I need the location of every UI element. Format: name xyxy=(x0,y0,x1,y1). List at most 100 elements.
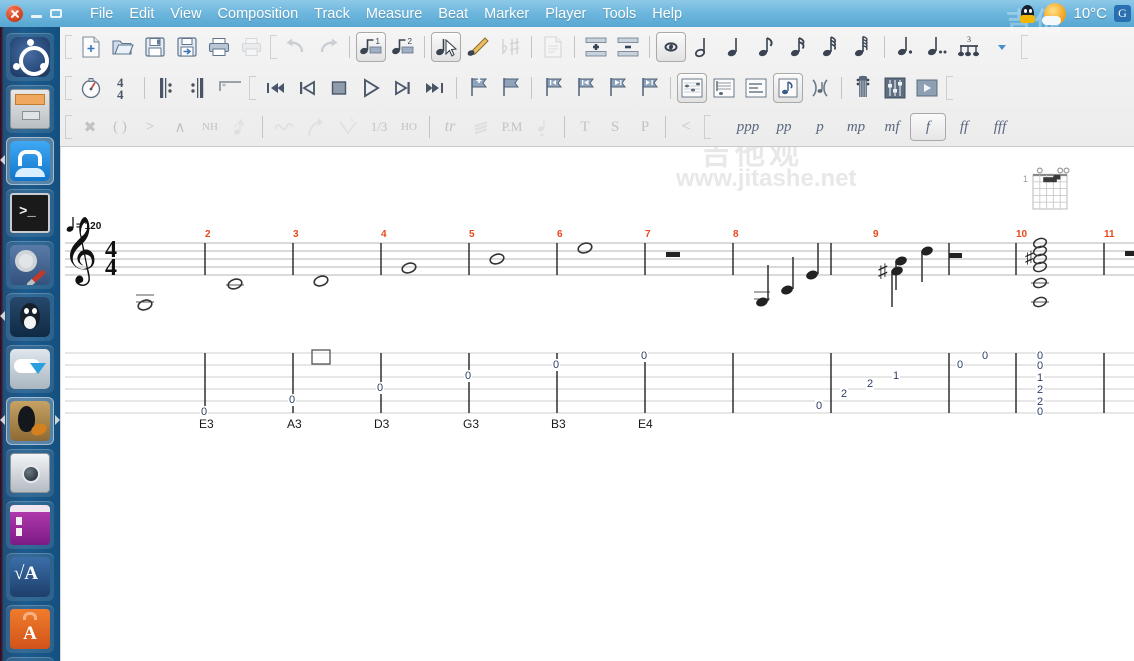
repeat-alternative-button[interactable]: * xyxy=(215,73,245,103)
play-button[interactable] xyxy=(356,73,386,103)
tab-fret-number[interactable]: 0 xyxy=(376,382,385,394)
tablature-view-button[interactable] xyxy=(773,73,803,103)
dynamic-p-button[interactable]: p xyxy=(802,119,838,136)
player-settings-button[interactable] xyxy=(912,73,942,103)
go-to-last-button[interactable] xyxy=(420,73,450,103)
horizontal-view-button[interactable] xyxy=(741,73,771,103)
tab-fret-number[interactable]: 0 xyxy=(640,350,649,362)
effect-tremolo-bar-button[interactable]: x xyxy=(333,112,363,142)
effect-tremolo-picking-button[interactable] xyxy=(466,112,496,142)
next-marker-button[interactable] xyxy=(602,73,632,103)
new-file-button[interactable] xyxy=(76,32,106,62)
tray-app-badge[interactable]: G xyxy=(1114,5,1131,22)
previous-marker-button[interactable] xyxy=(570,73,600,103)
time-signature-button[interactable]: 4 4 xyxy=(108,73,138,103)
toolbar-grip[interactable] xyxy=(270,35,277,59)
menu-tools[interactable]: Tools xyxy=(594,3,644,25)
undo-button[interactable] xyxy=(281,32,311,62)
effect-ghost-note-button[interactable]: ( ) xyxy=(105,119,135,136)
toolbar-grip[interactable] xyxy=(65,76,72,100)
dynamic-f-button[interactable]: f xyxy=(910,113,946,141)
add-marker-button[interactable] xyxy=(463,73,493,103)
duration-sixtyfourth-button[interactable] xyxy=(848,32,878,62)
menu-composition[interactable]: Composition xyxy=(210,3,307,25)
open-file-button[interactable] xyxy=(108,32,138,62)
sidebar-item-terminal[interactable] xyxy=(6,189,54,237)
toolbar-grip[interactable] xyxy=(249,76,256,100)
tuplet-dropdown-button[interactable] xyxy=(987,32,1017,62)
tab-fret-number[interactable]: 0 xyxy=(956,359,965,371)
menu-edit[interactable]: Edit xyxy=(121,3,162,25)
tab-fret-number[interactable]: 0 xyxy=(815,400,824,412)
duration-quarter-button[interactable] xyxy=(720,32,750,62)
toolbar-grip[interactable] xyxy=(704,115,711,139)
tray-qq-icon[interactable] xyxy=(1018,4,1037,24)
toolbar-grip[interactable] xyxy=(65,115,72,139)
effect-fade-in-button[interactable]: < xyxy=(671,118,701,136)
save-button[interactable] xyxy=(140,32,170,62)
go-to-first-button[interactable] xyxy=(260,73,290,103)
dynamic-fff-button[interactable]: fff xyxy=(982,119,1018,136)
fretboard-button[interactable] xyxy=(848,73,878,103)
next-measure-button[interactable] xyxy=(388,73,418,103)
toolbar-grip[interactable] xyxy=(946,76,953,100)
tab-fret-number[interactable]: 2 xyxy=(840,388,849,400)
effect-tuplet-button[interactable]: 1/3 xyxy=(364,119,394,135)
repeat-close-button[interactable] xyxy=(183,73,213,103)
dotted-note-button[interactable] xyxy=(891,32,921,62)
menu-file[interactable]: File xyxy=(82,3,121,25)
menu-beat[interactable]: Beat xyxy=(430,3,476,25)
duration-thirtysecond-button[interactable] xyxy=(816,32,846,62)
tab-fret-number[interactable]: 2 xyxy=(1036,384,1045,396)
menu-help[interactable]: Help xyxy=(644,3,690,25)
effect-vibrato-button[interactable] xyxy=(269,112,299,142)
accidentals-button[interactable] xyxy=(495,32,525,62)
lyrics-button[interactable] xyxy=(538,32,568,62)
tempo-button[interactable] xyxy=(76,73,106,103)
sidebar-item-camera[interactable] xyxy=(6,449,54,497)
sidebar-item-maxthon[interactable] xyxy=(0,137,54,185)
effect-hammer-on-button[interactable]: HO xyxy=(394,121,424,133)
menu-view[interactable]: View xyxy=(162,3,209,25)
redo-button[interactable] xyxy=(313,32,343,62)
tab-fret-number[interactable]: 2 xyxy=(866,378,875,390)
effect-accent-button[interactable]: > xyxy=(135,119,165,136)
compact-view-button[interactable] xyxy=(805,73,835,103)
effect-trill-button[interactable]: tr xyxy=(435,118,465,136)
sidebar-item-qq[interactable] xyxy=(0,293,54,341)
sidebar-item-file-manager[interactable] xyxy=(6,85,54,133)
weather-temperature[interactable]: 10°C xyxy=(1073,5,1107,22)
score-canvas[interactable]: 1 吉他观 www.jitashe.net = 120 𝄞 4 4 ♯ ♯ 2 … xyxy=(60,147,1134,661)
effect-bend-button[interactable] xyxy=(301,112,331,142)
duration-half-button[interactable] xyxy=(688,32,718,62)
stop-button[interactable] xyxy=(324,73,354,103)
duration-sixteenth-button[interactable] xyxy=(784,32,814,62)
tab-fret-number[interactable]: 0 xyxy=(288,394,297,406)
dynamic-ppp-button[interactable]: ppp xyxy=(730,119,766,136)
remove-marker-button[interactable] xyxy=(495,73,525,103)
previous-measure-button[interactable] xyxy=(292,73,322,103)
effect-popping-button[interactable]: P xyxy=(630,119,660,136)
dynamic-mf-button[interactable]: mf xyxy=(874,119,910,136)
save-as-button[interactable] xyxy=(172,32,202,62)
tab-fret-number[interactable]: 0 xyxy=(552,359,561,371)
effect-staccato-button[interactable] xyxy=(528,112,558,142)
mixer-button[interactable] xyxy=(880,73,910,103)
sidebar-item-software-center[interactable]: A xyxy=(6,605,54,653)
print-preview-button[interactable] xyxy=(236,32,266,62)
sidebar-item-media-player[interactable] xyxy=(6,501,54,549)
remove-measure-button[interactable] xyxy=(613,32,643,62)
sidebar-item-tuxguitar[interactable] xyxy=(0,397,60,445)
insert-measure-button[interactable] xyxy=(581,32,611,62)
dynamic-pp-button[interactable]: pp xyxy=(766,119,802,136)
sidebar-item-cloud[interactable] xyxy=(6,345,54,393)
duration-whole-button[interactable] xyxy=(656,32,686,62)
sidebar-item-ubuntu-dash[interactable] xyxy=(6,33,54,81)
tab-fret-number[interactable]: 0 xyxy=(981,350,990,362)
tab-fret-number[interactable]: 1 xyxy=(1036,372,1045,384)
tab-fret-number[interactable]: 0 xyxy=(1036,406,1045,418)
print-button[interactable] xyxy=(204,32,234,62)
dynamic-ff-button[interactable]: ff xyxy=(946,119,982,136)
score-view-button[interactable] xyxy=(677,73,707,103)
menu-player[interactable]: Player xyxy=(537,3,594,25)
